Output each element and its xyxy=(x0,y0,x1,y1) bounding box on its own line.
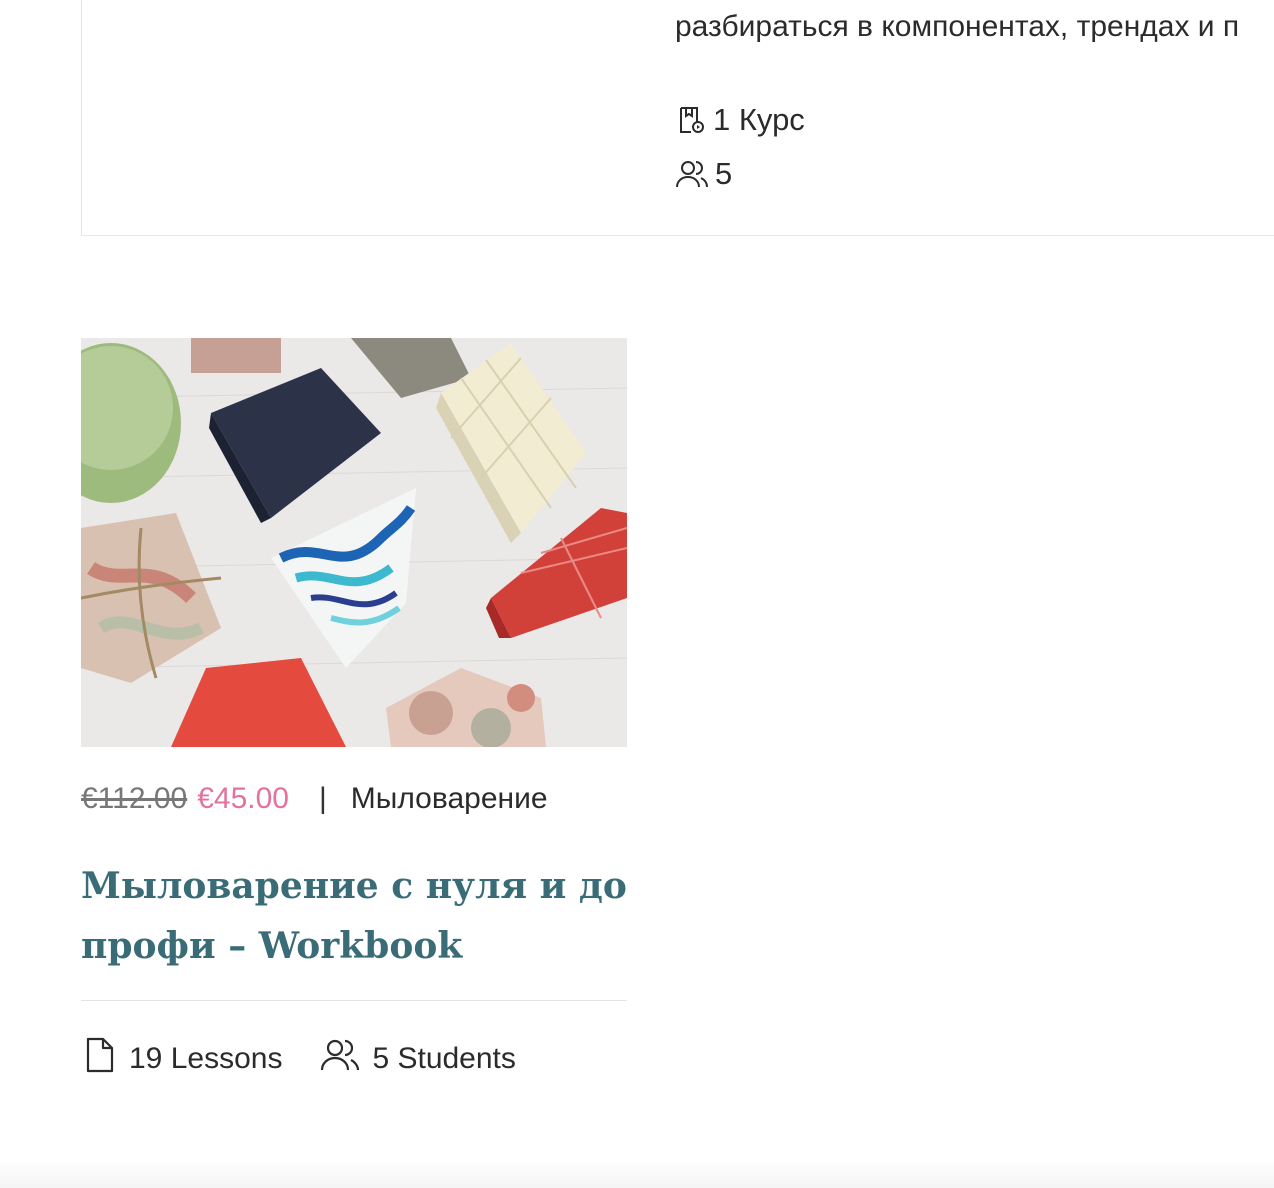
course-book-icon xyxy=(675,104,707,136)
students-count: 5 xyxy=(715,156,733,191)
students-stat: 5 Students xyxy=(320,1038,516,1080)
instructor-students: 5 xyxy=(675,156,732,192)
price-category-separator: | xyxy=(318,782,327,815)
instructor-description: разбираться в компонентах, трендах и п xyxy=(675,10,1240,43)
lessons-stat: 19 Lessons xyxy=(83,1036,282,1082)
divider xyxy=(81,1000,627,1001)
students-count: 5 Students xyxy=(372,1042,516,1075)
course-thumbnail[interactable] xyxy=(81,338,627,747)
course-stats: 19 Lessons 5 Students xyxy=(83,1036,516,1082)
course-category[interactable]: Мыловарение xyxy=(351,782,548,816)
users-icon xyxy=(675,159,709,189)
course-title[interactable]: Мыловарение с нуля и до профи – Workbook xyxy=(81,856,641,976)
original-price: €112.00 xyxy=(81,782,188,815)
price-row: €112.00 €45.00 | Мыловарение xyxy=(81,782,548,816)
users-icon xyxy=(320,1038,360,1080)
lessons-count: 19 Lessons xyxy=(129,1042,283,1075)
page-bottom-shade xyxy=(0,1160,1274,1188)
courses-count: 1 Курс xyxy=(713,102,805,137)
soap-photo xyxy=(81,338,627,747)
sale-price: €45.00 xyxy=(197,782,289,815)
document-icon xyxy=(83,1036,117,1082)
instructor-courses: 1 Курс xyxy=(675,102,805,138)
